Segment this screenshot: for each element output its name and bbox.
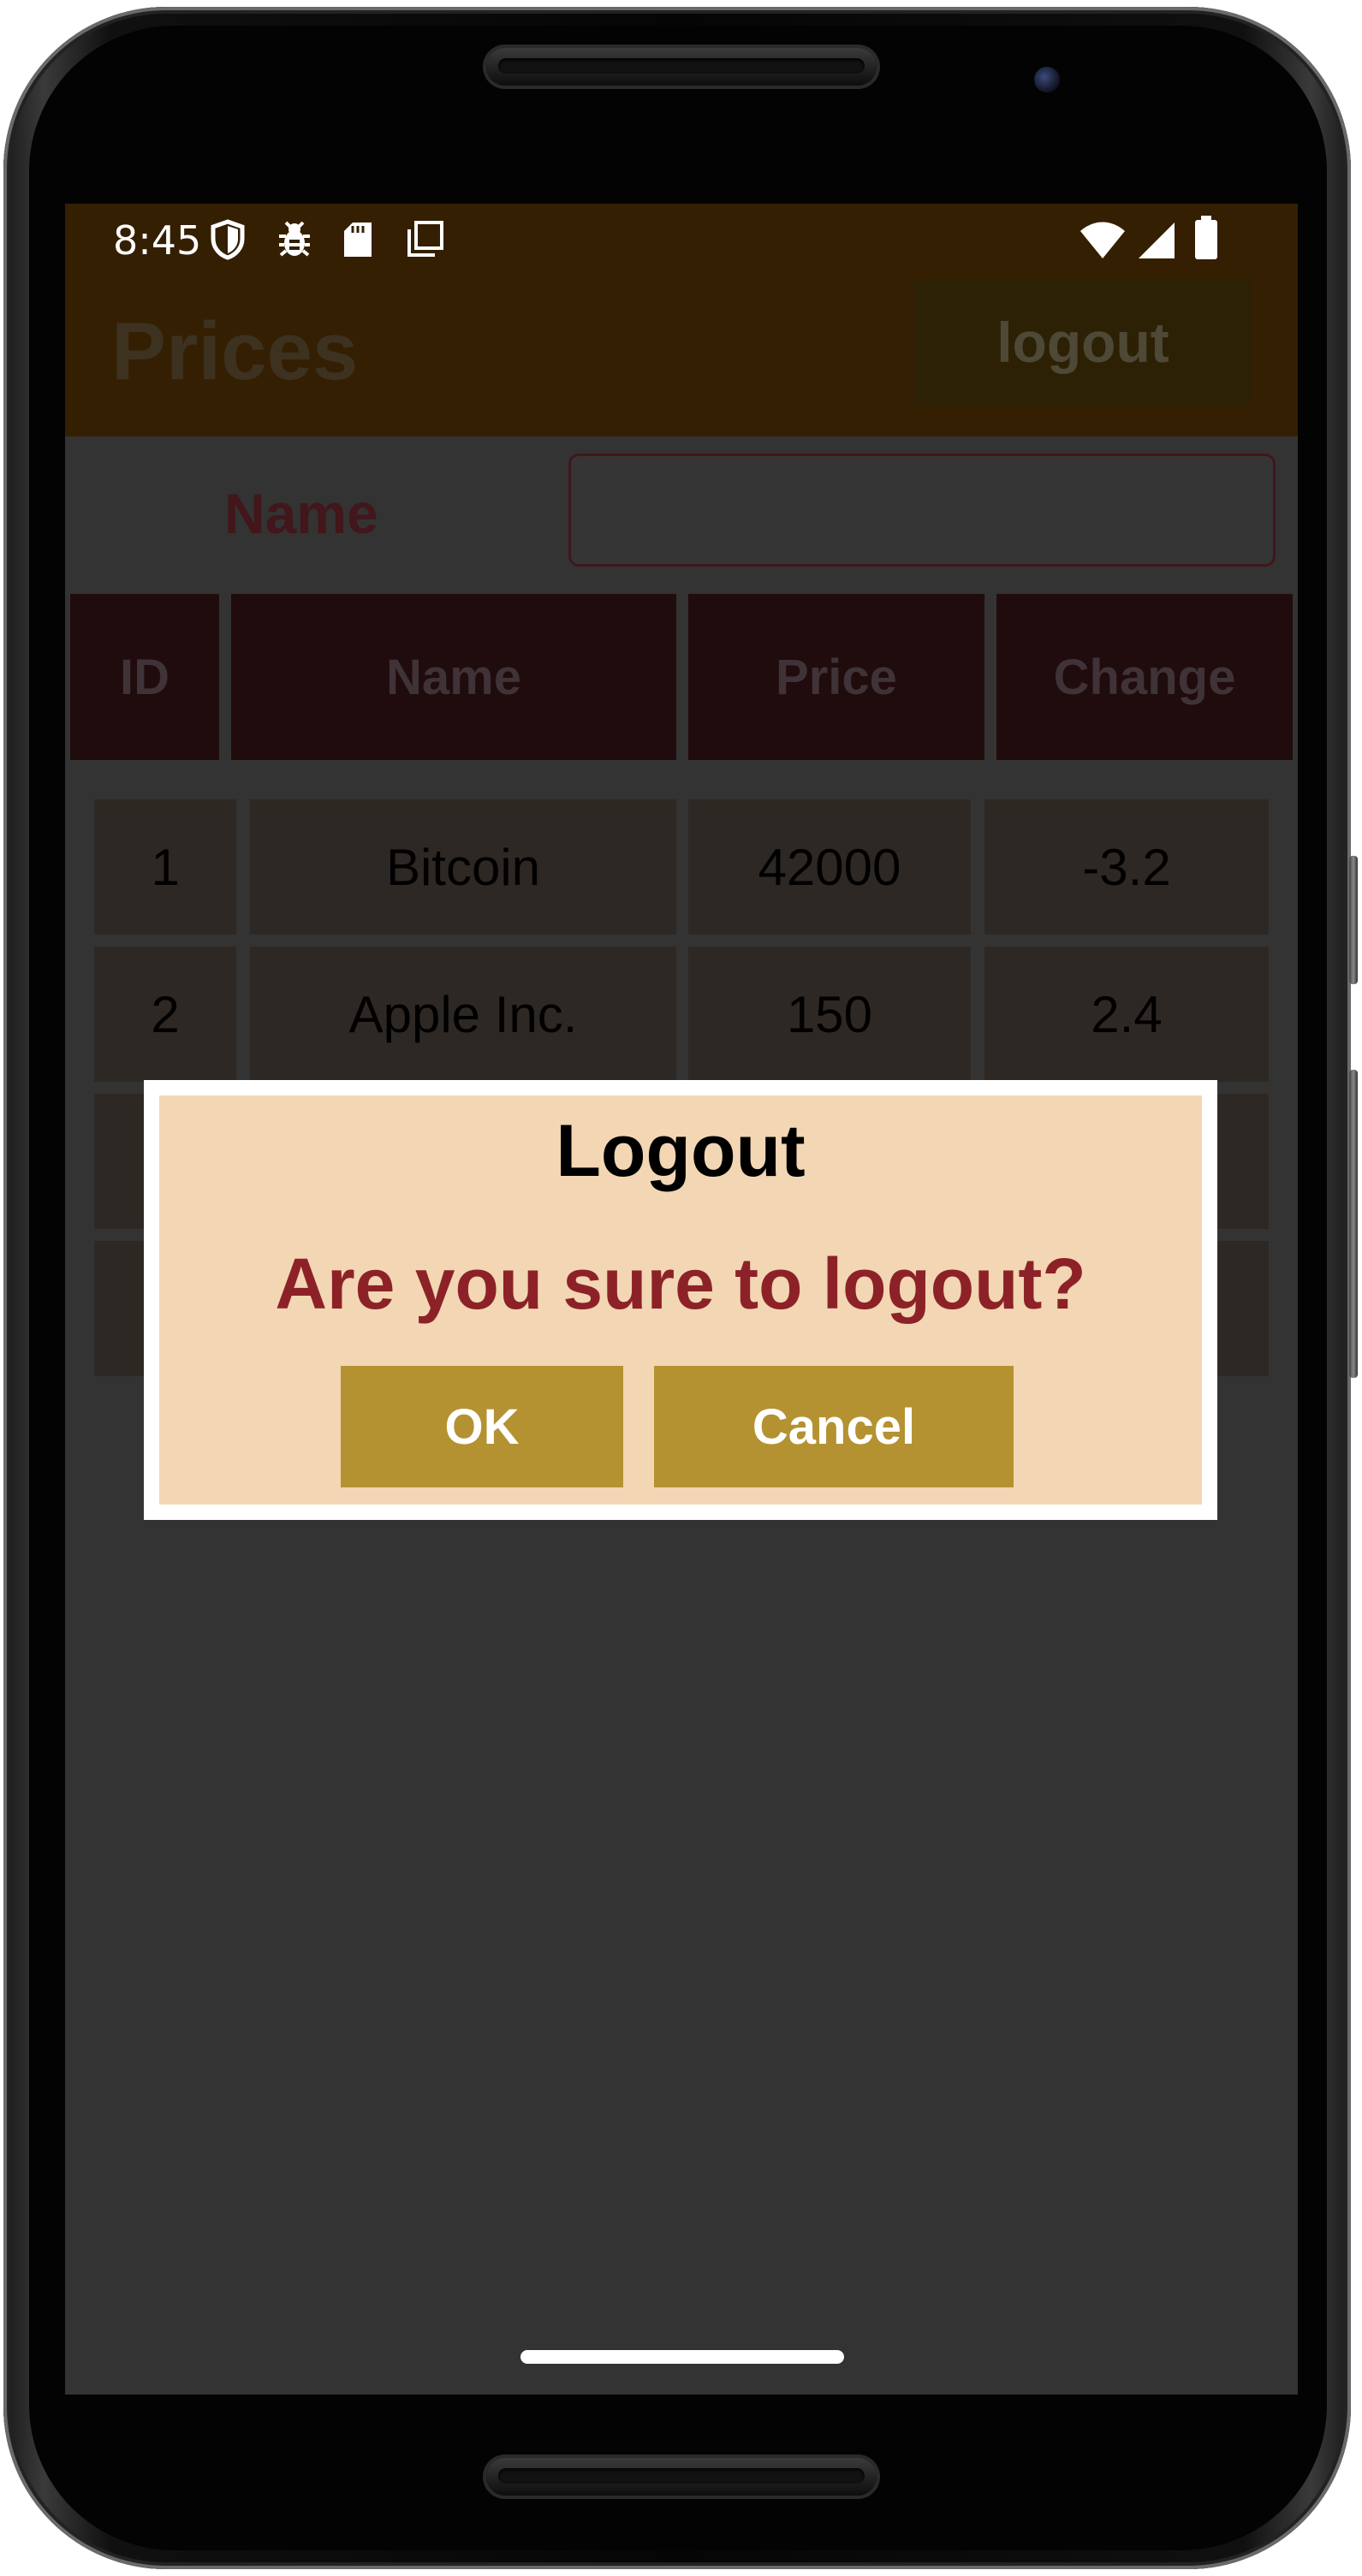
cell-change: 2.4 bbox=[984, 947, 1269, 1082]
cell-change: -3.2 bbox=[984, 799, 1269, 935]
sd-card-icon bbox=[341, 219, 375, 264]
cell-price: 42000 bbox=[688, 799, 971, 935]
cell-id: 1 bbox=[94, 799, 236, 935]
app-screen: 8:45 Prices logout Name ID Name Price Ch… bbox=[65, 204, 1298, 2395]
status-time: 8:45 bbox=[113, 217, 202, 264]
status-bar: 8:45 bbox=[65, 204, 1298, 274]
home-indicator[interactable] bbox=[520, 2350, 844, 2364]
ok-button[interactable]: OK bbox=[341, 1366, 623, 1487]
column-header-change[interactable]: Change bbox=[996, 594, 1293, 760]
front-camera bbox=[1034, 67, 1060, 92]
page-title: Prices bbox=[111, 306, 359, 397]
cell-price: 150 bbox=[688, 947, 971, 1082]
battery-icon bbox=[1193, 216, 1219, 264]
column-header-price[interactable]: Price bbox=[688, 594, 984, 760]
dialog-body: Logout Are you sure to logout? OK Cancel bbox=[159, 1095, 1202, 1505]
column-header-id[interactable]: ID bbox=[70, 594, 219, 760]
cancel-button[interactable]: Cancel bbox=[654, 1366, 1014, 1487]
column-header-name[interactable]: Name bbox=[231, 594, 676, 760]
cell-name: Apple Inc. bbox=[250, 947, 676, 1082]
logout-button[interactable]: logout bbox=[914, 279, 1252, 406]
shield-icon bbox=[209, 219, 247, 264]
name-filter-input[interactable] bbox=[568, 454, 1276, 567]
app-bar: 8:45 Prices logout bbox=[65, 204, 1298, 436]
power-button bbox=[1349, 856, 1358, 984]
bug-icon bbox=[276, 219, 313, 264]
name-filter-label: Name bbox=[224, 482, 378, 545]
top-speaker bbox=[486, 48, 877, 86]
bottom-speaker bbox=[486, 2458, 877, 2496]
dialog-title: Logout bbox=[556, 1110, 806, 1192]
cell-name: Bitcoin bbox=[250, 799, 676, 935]
volume-button bbox=[1349, 1070, 1358, 1378]
cell-signal-icon bbox=[1137, 221, 1176, 264]
wifi-icon bbox=[1079, 221, 1127, 264]
screenshot-icon bbox=[404, 219, 445, 264]
cell-id: 2 bbox=[94, 947, 236, 1082]
dialog-message: Are you sure to logout? bbox=[275, 1243, 1086, 1324]
logout-dialog: Logout Are you sure to logout? OK Cancel bbox=[144, 1080, 1217, 1520]
